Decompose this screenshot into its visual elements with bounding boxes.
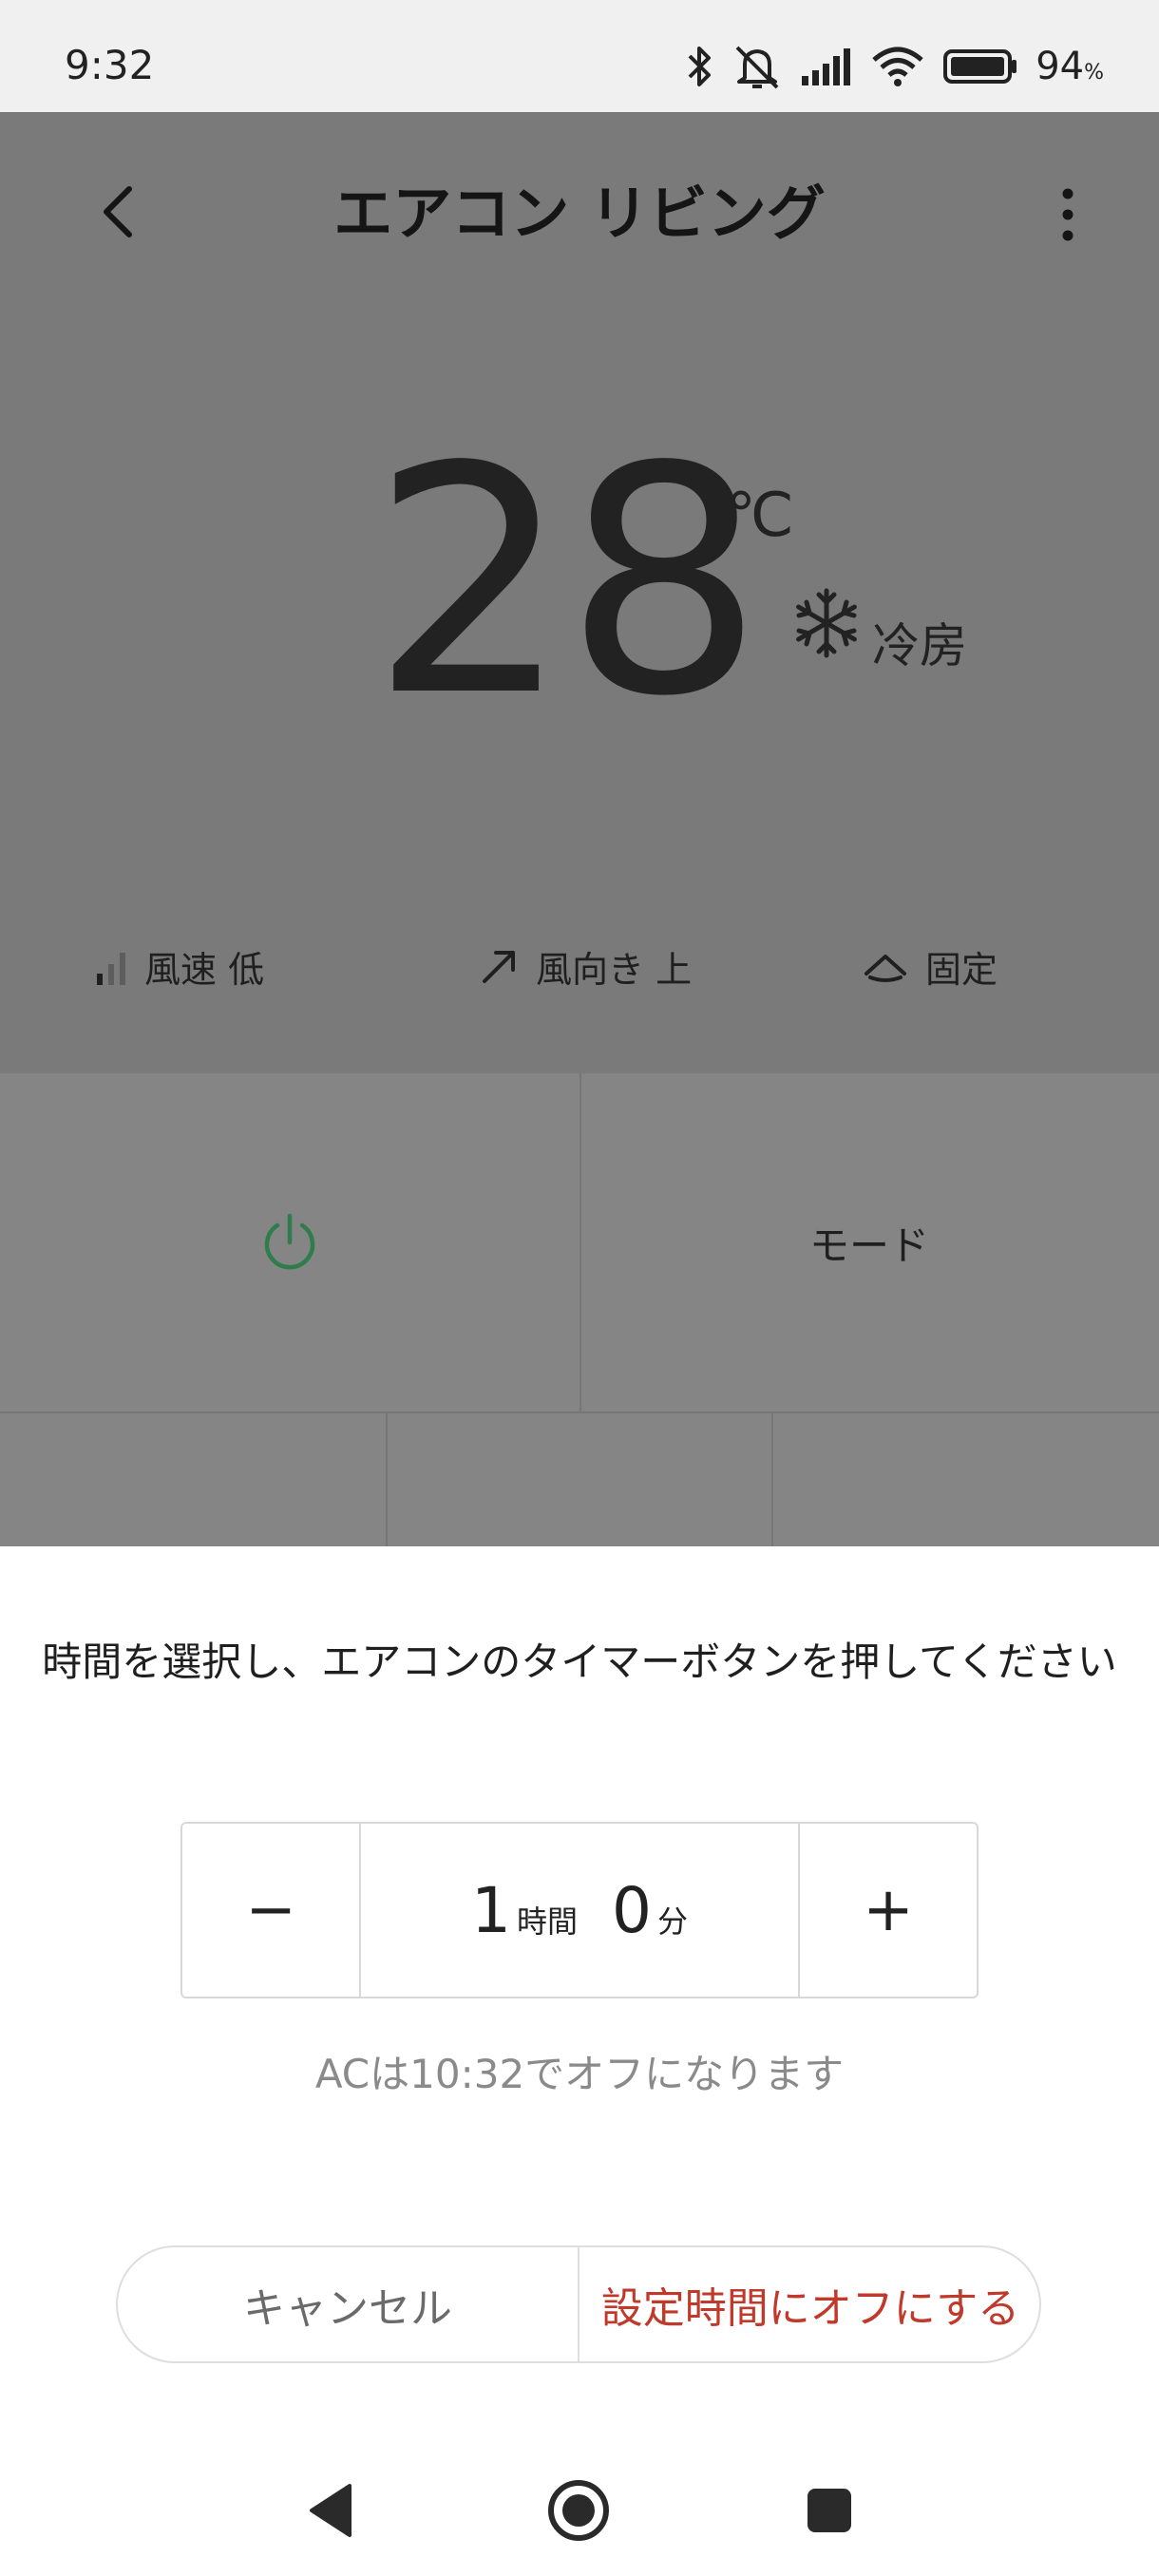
decrease-button[interactable]: − bbox=[182, 1824, 361, 1997]
timer-minutes: 0 bbox=[612, 1873, 652, 1947]
temperature-value: 28 bbox=[370, 400, 764, 765]
page-title: エアコン リビング bbox=[333, 179, 826, 248]
nav-recents-icon bbox=[808, 2489, 851, 2532]
louver-fixed-label: 固定 bbox=[925, 948, 998, 991]
settings-chips: 風速 低 風向き 上 固定 bbox=[0, 914, 1159, 1028]
swing-direction-chip[interactable]: 風向き 上 bbox=[481, 914, 692, 1018]
fan-speed-label: 風速 低 bbox=[144, 948, 265, 991]
timer-stepper: − 1 時間 0 分 + bbox=[180, 1822, 978, 1998]
more-vertical-icon bbox=[1062, 188, 1074, 241]
off-time-note: ACは10:32でオフになります bbox=[314, 2051, 845, 2097]
fan-speed-chip[interactable]: 風速 低 bbox=[95, 914, 264, 1018]
battery-icon bbox=[943, 49, 1017, 84]
sheet-actions: キャンセル 設定時間にオフにする bbox=[116, 2245, 1041, 2363]
control-grid: モード bbox=[0, 1073, 1159, 1546]
temperature-unit: ℃ bbox=[726, 481, 794, 551]
louver-fixed-icon bbox=[864, 955, 906, 982]
fan-speed-icon bbox=[97, 953, 125, 985]
set-timer-off-button[interactable]: 設定時間にオフにする bbox=[580, 2247, 1039, 2361]
nav-recents-button[interactable] bbox=[787, 2468, 872, 2553]
timer-minutes-unit: 分 bbox=[657, 1904, 689, 1940]
swing-direction-icon bbox=[483, 951, 515, 983]
louver-fixed-chip[interactable]: 固定 bbox=[863, 914, 998, 1018]
control-cell-3[interactable] bbox=[771, 1413, 1159, 1546]
signal-icon bbox=[802, 48, 851, 85]
ac-control-screen: エアコン リビング 28 ℃ 冷房 風速 低 風向き 上 固定 モード bbox=[0, 112, 1159, 1546]
mode-label: 冷房 bbox=[872, 618, 967, 673]
timer-instruction: 時間を選択し、エアコンのタイマーボタンを押してください bbox=[42, 1638, 1117, 1685]
timer-hours: 1 bbox=[470, 1873, 511, 1947]
mode-button[interactable]: モード bbox=[580, 1073, 1159, 1411]
timer-hours-unit: 時間 bbox=[516, 1904, 578, 1940]
top-app-bar: エアコン リビング bbox=[0, 112, 1159, 293]
mute-bell-icon bbox=[735, 46, 779, 89]
control-cell-2[interactable] bbox=[386, 1413, 773, 1546]
nav-home-button[interactable] bbox=[536, 2468, 621, 2553]
snowflake-icon bbox=[796, 588, 857, 658]
wifi-icon bbox=[872, 47, 923, 86]
timer-value: 1 時間 0 分 bbox=[361, 1824, 798, 1997]
power-icon bbox=[264, 1213, 315, 1270]
status-time: 9:32 bbox=[65, 42, 155, 88]
status-bar: 9:32 94% bbox=[0, 0, 1159, 112]
control-cell-1[interactable] bbox=[0, 1413, 388, 1546]
nav-back-icon bbox=[310, 2484, 352, 2537]
battery-percent: 94% bbox=[1036, 45, 1104, 88]
swing-direction-label: 風向き 上 bbox=[536, 948, 693, 991]
more-menu-button[interactable] bbox=[1039, 177, 1096, 253]
timer-bottom-sheet: 時間を選択し、エアコンのタイマーボタンを押してください − 1 時間 0 分 +… bbox=[0, 1546, 1159, 2576]
system-nav-bar bbox=[0, 2439, 1159, 2576]
increase-button[interactable]: + bbox=[798, 1824, 977, 1997]
bluetooth-icon bbox=[688, 47, 712, 86]
cancel-button[interactable]: キャンセル bbox=[118, 2247, 580, 2361]
status-icons: 94% bbox=[686, 38, 1104, 95]
power-button[interactable] bbox=[0, 1073, 581, 1411]
nav-home-icon bbox=[548, 2480, 609, 2541]
nav-back-button[interactable] bbox=[287, 2468, 372, 2553]
